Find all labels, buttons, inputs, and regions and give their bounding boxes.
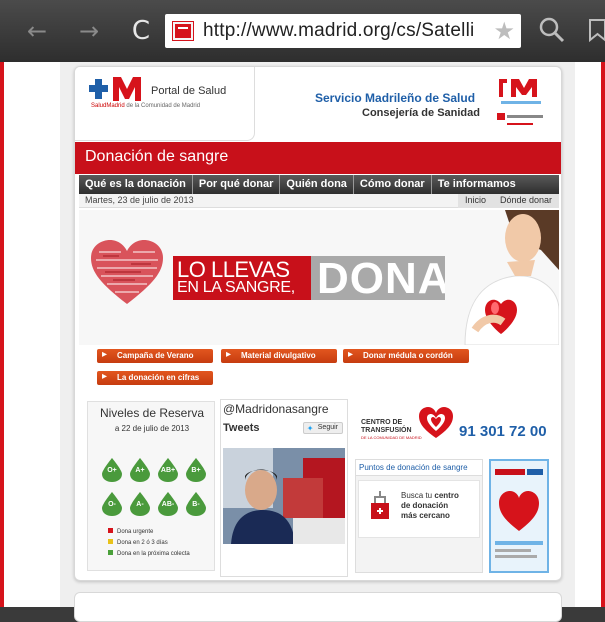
nurse-illustration-icon xyxy=(445,210,559,345)
service-subtitle: Consejería de Sanidad xyxy=(362,107,480,119)
donation-points-widget[interactable]: Puntos de donación de sangre Busca tu ce… xyxy=(355,459,483,573)
twitter-handle[interactable]: @Madridonasangre xyxy=(223,402,329,416)
blood-group-label: B- xyxy=(192,501,200,508)
address-bar[interactable]: http://www.madrid.org/cs/Satelli ★ xyxy=(165,14,521,48)
blood-group-label: A- xyxy=(136,501,144,508)
url-text[interactable]: http://www.madrid.org/cs/Satelli xyxy=(203,20,474,42)
menu-item-por-que[interactable]: Por qué donar xyxy=(193,175,281,194)
reserve-date: a 22 de julio de 2013 xyxy=(114,424,190,433)
campaign-poster[interactable] xyxy=(489,459,549,573)
legend-next: Dona en la próxima colecta xyxy=(108,550,190,557)
donation-points-text: Busca tu centro de donación más cercano xyxy=(401,491,459,520)
blood-drop-icon: AB+ xyxy=(158,458,178,482)
blood-drop-icon: A- xyxy=(130,492,150,516)
blood-bag-icon xyxy=(371,491,389,519)
reserve-levels-widget: Niveles de Reserva a 22 de julio de 2013… xyxy=(87,401,215,571)
campaign-banner[interactable]: LO LLEVAS EN LA SANGRE, DONA xyxy=(79,210,559,345)
blood-group-label: AB- xyxy=(161,501,175,508)
menu-item-quien-dona[interactable]: Quién dona xyxy=(280,175,354,194)
service-title[interactable]: Servicio Madrileño de Salud xyxy=(315,91,475,105)
transfusion-center-banner[interactable]: CENTRO DE TRANSFUSIÓN DE LA COMUNIDAD DE… xyxy=(355,405,549,453)
blood-group-label: A+ xyxy=(135,467,145,474)
reload-icon[interactable]: C xyxy=(128,18,154,44)
comunidad-madrid-logo-icon[interactable] xyxy=(493,73,549,131)
legend-urgent: Dona urgente xyxy=(108,528,153,535)
secondary-card xyxy=(74,592,562,622)
blood-drop-icon: O- xyxy=(102,492,122,516)
transfusion-heart-icon xyxy=(419,407,453,438)
legend-soon: Dona en 2 ó 3 días xyxy=(108,539,168,546)
blood-group-label: AB+ xyxy=(160,467,176,474)
poster-heart-icon xyxy=(491,461,547,571)
donation-points-card[interactable]: Busca tu centro de donación más cercano xyxy=(358,480,480,538)
bookmark-star-icon[interactable]: ★ xyxy=(493,17,515,45)
current-date: Martes, 23 de julio de 2013 xyxy=(85,195,194,205)
search-icon[interactable] xyxy=(538,16,566,44)
section-title: Donación de sangre xyxy=(85,148,229,165)
forward-arrow-icon[interactable]: → xyxy=(76,18,102,44)
slogan-red-block: LO LLEVAS EN LA SANGRE, xyxy=(173,256,311,300)
menu-item-que-es[interactable]: Qué es la donación xyxy=(79,175,193,194)
link-donde-donar[interactable]: Dónde donar xyxy=(493,194,559,208)
blood-group-label: B+ xyxy=(191,467,201,474)
portal-logo-title: Portal de Salud xyxy=(151,85,227,97)
menu-item-te-informamos[interactable]: Te informamos xyxy=(432,175,522,194)
slogan-line2: EN LA SANGRE, xyxy=(177,279,295,296)
transfusion-phone[interactable]: 91 301 72 00 xyxy=(459,423,547,440)
blood-drop-icon: B+ xyxy=(186,458,206,482)
menu-item-como-donar[interactable]: Cómo donar xyxy=(354,175,432,194)
blood-group-label: O- xyxy=(108,501,116,508)
portal-logo-subtitle: SaludMadrid de la Comunidad de Madrid xyxy=(91,103,201,109)
blood-drop-icon: AB- xyxy=(158,492,178,516)
blood-drop-icon: O+ xyxy=(102,458,122,482)
section-header: Donación de sangre xyxy=(75,142,561,174)
main-menu: Qué es la donación Por qué donar Quién d… xyxy=(79,175,559,194)
main-card: Portal de Salud SaludMadrid de la Comuni… xyxy=(74,66,562,581)
reserve-title: Niveles de Reserva xyxy=(99,406,205,420)
site-favicon-icon xyxy=(172,21,194,41)
tweets-label: Tweets xyxy=(223,422,260,434)
word-heart-icon xyxy=(91,240,163,304)
twitter-widget[interactable]: @Madridonasangre Tweets ✦ Seguir xyxy=(220,399,348,577)
date-bar: Martes, 23 de julio de 2013 Inicio Dónde… xyxy=(79,194,559,208)
page-viewport: Portal de Salud SaludMadrid de la Comuni… xyxy=(0,62,605,622)
button-donacion-cifras[interactable]: La donación en cifras xyxy=(97,371,213,385)
link-inicio[interactable]: Inicio xyxy=(458,194,493,208)
bookmarks-icon[interactable] xyxy=(586,16,605,44)
slogan-gray-block: DONA xyxy=(311,254,453,303)
back-arrow-icon[interactable]: ← xyxy=(24,18,50,44)
portal-logo[interactable]: Portal de Salud SaludMadrid de la Comuni… xyxy=(75,67,255,141)
button-donar-medula[interactable]: Donar médula o cordón xyxy=(343,349,469,363)
slogan-dona: DONA xyxy=(317,254,451,303)
button-campana-verano[interactable]: Campaña de Verano xyxy=(97,349,213,363)
blood-drop-icon: B- xyxy=(186,492,206,516)
browser-toolbar: ← → C http://www.madrid.org/cs/Satelli ★ xyxy=(0,0,605,62)
blood-group-label: O+ xyxy=(107,467,117,474)
blood-drop-icon: A+ xyxy=(130,458,150,482)
date-bar-links: Inicio Dónde donar xyxy=(457,194,559,208)
twitter-bird-icon: ✦ xyxy=(306,424,314,433)
transfusion-title: CENTRO DE TRANSFUSIÓN DE LA COMUNIDAD DE… xyxy=(361,419,422,440)
button-material-divulgativo[interactable]: Material divulgativo xyxy=(221,349,337,363)
tweet-photo[interactable] xyxy=(223,448,345,544)
donation-points-header: Puntos de donación de sangre xyxy=(356,460,482,476)
follow-button[interactable]: ✦ Seguir xyxy=(302,422,343,434)
